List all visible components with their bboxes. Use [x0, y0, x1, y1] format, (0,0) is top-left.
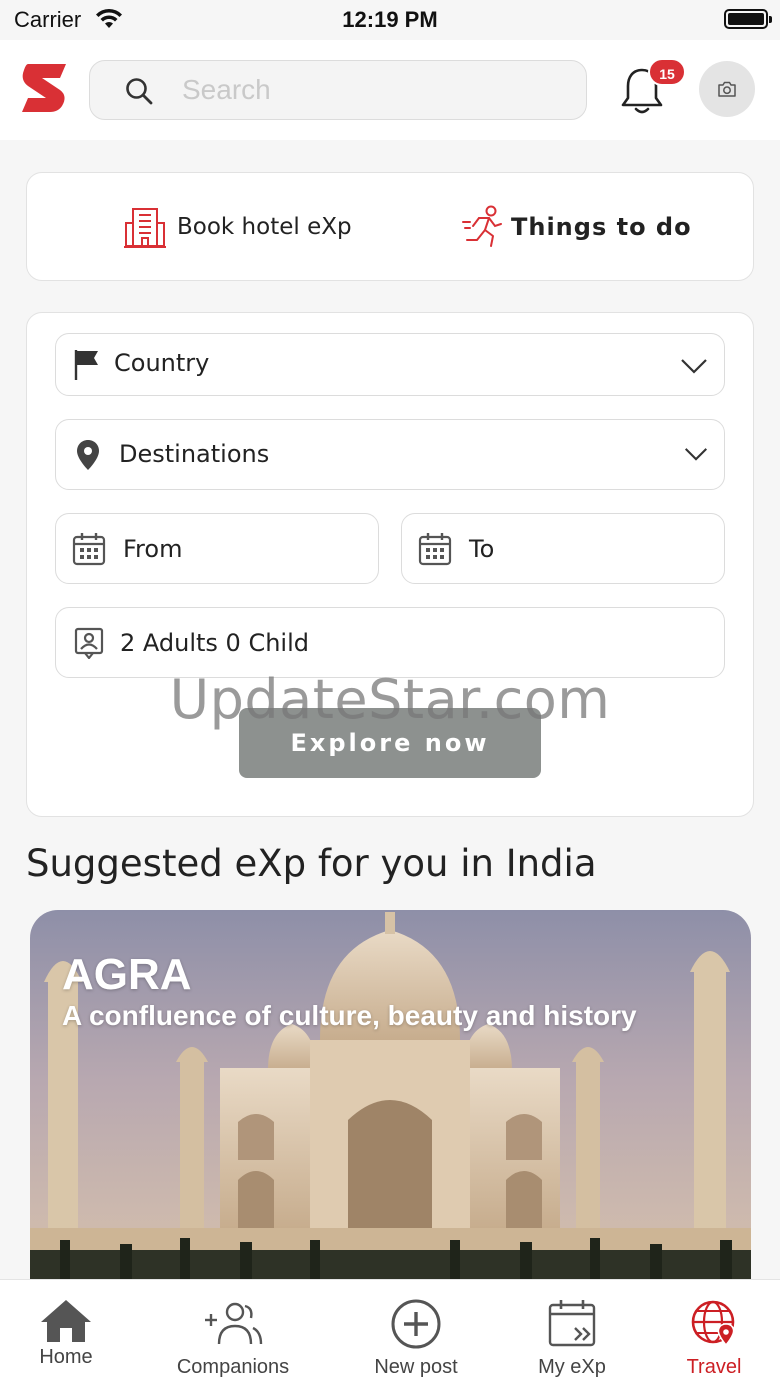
things-to-do-label: Things to do [511, 213, 692, 241]
destinations-label: Destinations [119, 440, 270, 468]
bottom-tab-bar: Home Companions New post My eXp Travel [0, 1279, 780, 1387]
search-input[interactable] [182, 71, 562, 109]
status-bar: Carrier 12:19 PM [0, 0, 780, 40]
book-hotel-tab[interactable]: Book hotel eXp [123, 205, 352, 249]
destinations-select[interactable]: Destinations [55, 419, 725, 490]
plus-circle-icon [391, 1299, 441, 1349]
battery-icon [724, 9, 772, 29]
calendar-icon [72, 533, 106, 566]
tab-travel-label: Travel [686, 1356, 742, 1378]
home-icon [41, 1300, 91, 1342]
guests-person-icon [74, 627, 104, 659]
booking-form-card: Country Destinations From To 2 Adults 0 … [26, 312, 754, 817]
flag-icon [74, 350, 98, 380]
app-header: 15 [0, 40, 780, 140]
globe-pin-icon [691, 1300, 735, 1347]
camera-icon [718, 81, 736, 97]
from-date-field[interactable]: From [55, 513, 379, 584]
guests-field[interactable]: 2 Adults 0 Child [55, 607, 725, 678]
agra-promo-card[interactable]: AGRA A confluence of culture, beauty and… [30, 910, 751, 1290]
explore-now-button[interactable]: Explore now [239, 708, 541, 778]
country-select[interactable]: Country [55, 333, 725, 396]
promo-card-subtitle: A confluence of culture, beauty and hist… [62, 1000, 637, 1031]
tab-companions-label: Companions [176, 1356, 290, 1378]
tab-new-post-label: New post [374, 1356, 458, 1378]
calendar-arrow-icon [548, 1300, 596, 1347]
country-label: Country [114, 349, 210, 377]
to-date-field[interactable]: To [401, 513, 725, 584]
things-to-do-tab[interactable]: Things to do [461, 203, 692, 251]
calendar-icon [418, 533, 452, 566]
tab-companions[interactable]: Companions [168, 1280, 298, 1387]
location-pin-icon [77, 440, 99, 470]
guests-label: 2 Adults 0 Child [120, 629, 309, 657]
to-label: To [469, 535, 495, 563]
tab-home[interactable]: Home [20, 1280, 112, 1387]
mode-toggle-card: Book hotel eXp Things to do [26, 172, 754, 281]
tab-my-exp-label: My eXp [538, 1356, 606, 1378]
tab-travel[interactable]: Travel [672, 1280, 756, 1387]
book-hotel-label: Book hotel eXp [177, 214, 352, 240]
tab-home-label: Home [39, 1346, 93, 1368]
from-label: From [123, 535, 183, 563]
clock: 12:19 PM [342, 7, 438, 32]
promo-card-title: AGRA [62, 950, 192, 999]
brand-logo-icon[interactable] [20, 60, 70, 112]
companions-icon [205, 1302, 263, 1345]
hotel-building-icon [124, 208, 166, 248]
tab-new-post[interactable]: New post [360, 1280, 472, 1387]
camera-button[interactable] [699, 61, 755, 117]
search-icon [126, 78, 153, 105]
chevron-down-icon [684, 448, 708, 461]
notification-badge: 15 [648, 58, 686, 86]
tab-my-exp[interactable]: My eXp [520, 1280, 624, 1387]
suggested-heading: Suggested eXp for you in India [26, 842, 597, 885]
search-bar[interactable] [89, 60, 587, 120]
chevron-down-icon [681, 359, 707, 374]
running-person-icon [462, 205, 502, 247]
